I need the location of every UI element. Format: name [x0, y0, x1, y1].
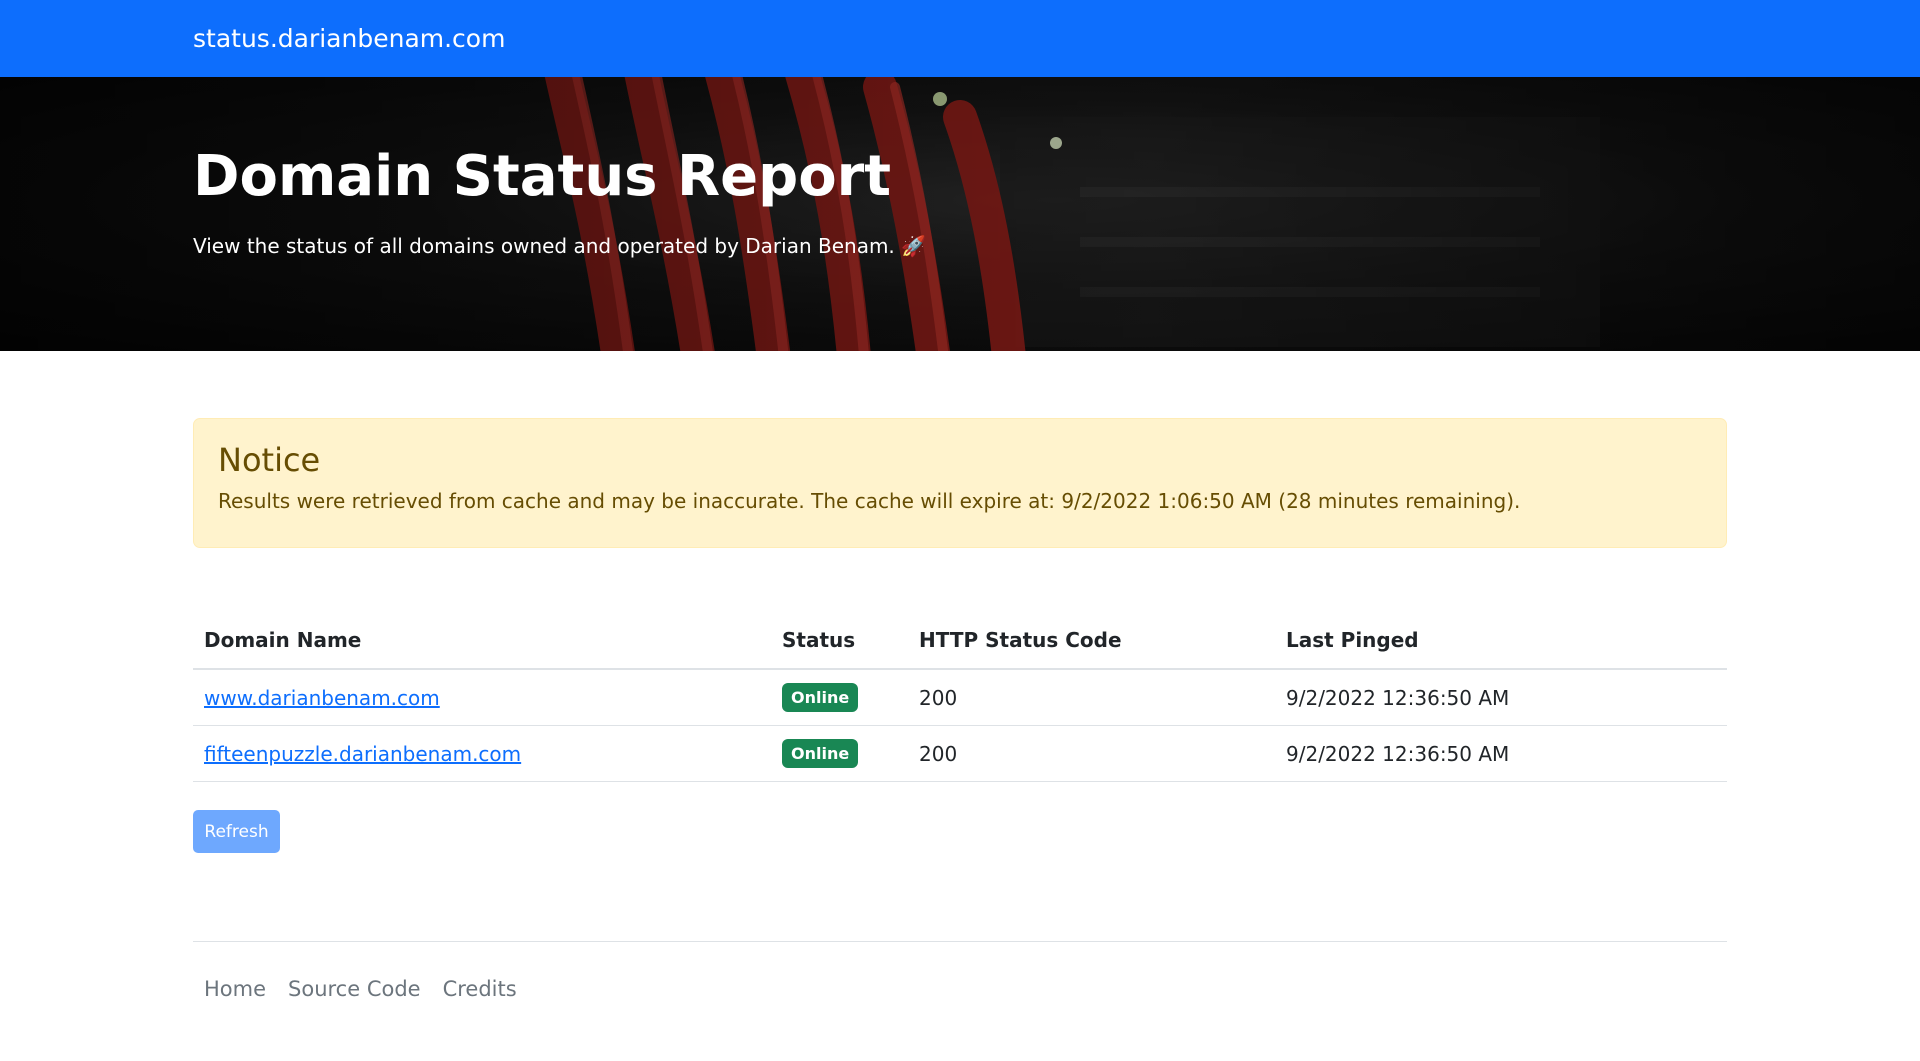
last-pinged: 9/2/2022 12:36:50 AM — [1275, 725, 1727, 782]
cache-notice: Notice Results were retrieved from cache… — [193, 418, 1727, 548]
domain-link[interactable]: www.darianbenam.com — [204, 686, 440, 710]
column-header-http-code: HTTP Status Code — [908, 612, 1275, 670]
table-row: www.darianbenam.com Online 200 9/2/2022 … — [193, 669, 1727, 726]
page-title: Domain Status Report — [193, 144, 892, 209]
status-badge: Online — [782, 683, 859, 712]
last-pinged: 9/2/2022 12:36:50 AM — [1275, 669, 1727, 726]
table-header-row: Domain Name Status HTTP Status Code Last… — [193, 612, 1727, 670]
http-status-code: 200 — [908, 669, 1275, 726]
footer-link-home[interactable]: Home — [193, 977, 277, 1001]
column-header-last-pinged: Last Pinged — [1275, 612, 1727, 670]
refresh-button[interactable]: Refresh — [193, 810, 280, 853]
footer-nav: Home Source Code Credits — [193, 977, 528, 1001]
brand-link[interactable]: status.darianbenam.com — [193, 24, 505, 53]
footer-divider — [193, 941, 1727, 942]
footer-link-credits[interactable]: Credits — [432, 977, 528, 1001]
navbar: status.darianbenam.com — [0, 0, 1920, 77]
column-header-domain: Domain Name — [193, 612, 771, 670]
hero-banner: Domain Status Report View the status of … — [0, 77, 1920, 351]
status-badge: Online — [782, 739, 859, 768]
domain-link[interactable]: fifteenpuzzle.darianbenam.com — [204, 742, 521, 766]
column-header-status: Status — [771, 612, 908, 670]
page-subtitle: View the status of all domains owned and… — [193, 234, 927, 258]
notice-heading: Notice — [218, 441, 321, 479]
table-row: fifteenpuzzle.darianbenam.com Online 200… — [193, 725, 1727, 782]
domain-status-table: Domain Name Status HTTP Status Code Last… — [193, 612, 1727, 782]
notice-message: Results were retrieved from cache and ma… — [218, 489, 1521, 513]
http-status-code: 200 — [908, 725, 1275, 782]
footer-link-source-code[interactable]: Source Code — [277, 977, 432, 1001]
